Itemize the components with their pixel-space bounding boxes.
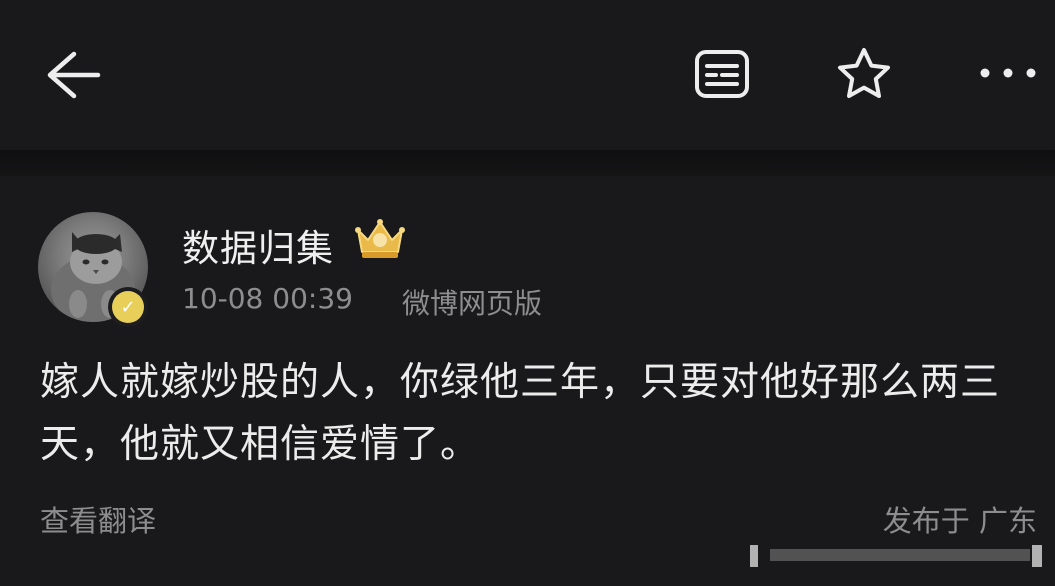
username[interactable]: 数据归集 (182, 218, 334, 272)
crown-icon[interactable] (352, 214, 408, 262)
post-location: 发布于 广东 (882, 504, 1037, 538)
watermark (730, 535, 1045, 575)
more-dots-icon (980, 68, 1036, 78)
back-button[interactable] (30, 40, 110, 110)
section-divider (0, 150, 1055, 176)
reader-mode-icon (695, 50, 749, 98)
verified-badge: ✓ (108, 287, 148, 327)
top-navigation-bar (0, 0, 1055, 150)
post-time: 10-08 00:39 (182, 282, 353, 315)
translate-link[interactable]: 查看翻译 (40, 498, 156, 540)
star-icon (838, 48, 890, 98)
arrow-left-icon (47, 51, 101, 99)
favorite-button[interactable] (828, 38, 900, 110)
verified-badge-icon: ✓ (112, 291, 144, 323)
post-content: 嫁人就嫁炒股的人，你绿他三年，只要对他好那么两三天，他就又相信爱情了。 (40, 360, 1001, 467)
post-source: 微博网页版 (402, 287, 543, 320)
reader-mode-button[interactable] (688, 40, 756, 108)
more-button[interactable] (970, 48, 1046, 98)
